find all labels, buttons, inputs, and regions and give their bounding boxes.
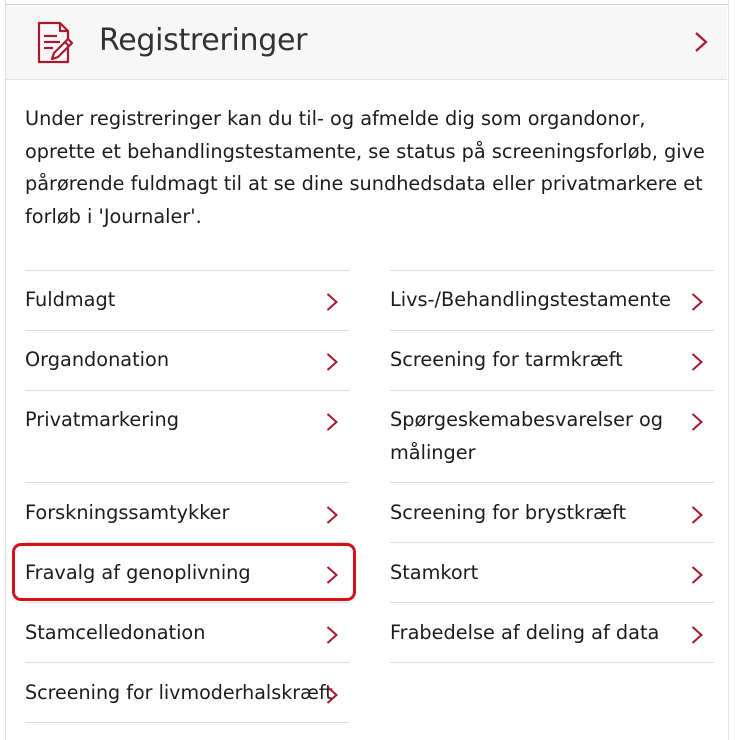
link-stamkort[interactable]: Stamkort — [390, 557, 680, 590]
link-screening-brystkraeft[interactable]: Screening for brystkræft — [390, 497, 680, 530]
chevron-right-icon[interactable] — [326, 505, 338, 525]
chevron-right-icon — [695, 32, 708, 52]
link-organdonation[interactable]: Organdonation — [25, 344, 305, 377]
chevron-right-icon[interactable] — [691, 505, 703, 525]
link-frabedelse-deling-data[interactable]: Frabedelse af deling af data — [390, 617, 680, 650]
separator — [25, 330, 349, 331]
registrations-header[interactable]: Registreringer — [6, 5, 727, 80]
separator — [390, 390, 714, 391]
separator — [390, 330, 714, 331]
separator — [25, 662, 349, 663]
chevron-right-icon[interactable] — [326, 352, 338, 372]
chevron-right-icon[interactable] — [691, 625, 703, 645]
chevron-right-icon[interactable] — [691, 352, 703, 372]
link-screening-tarmkraeft[interactable]: Screening for tarmkræft — [390, 344, 680, 377]
separator — [25, 270, 349, 271]
separator — [25, 482, 349, 483]
separator — [390, 270, 714, 271]
link-privatmarkering[interactable]: Privatmarkering — [25, 404, 305, 437]
chevron-right-icon[interactable] — [326, 292, 338, 312]
separator — [25, 390, 349, 391]
link-forskningssamtykker[interactable]: Forskningssamtykker — [25, 497, 305, 530]
page-title: Registreringer — [99, 23, 308, 58]
separator — [390, 602, 714, 603]
chevron-right-icon[interactable] — [691, 412, 703, 432]
separator — [25, 602, 349, 603]
chevron-right-icon[interactable] — [326, 412, 338, 432]
chevron-right-icon[interactable] — [691, 292, 703, 312]
document-edit-icon — [37, 21, 74, 64]
link-spoergeskemabesvarelser[interactable]: Spørgeskemabesvarelser og målinger — [390, 404, 675, 469]
separator — [390, 542, 714, 543]
separator — [390, 662, 714, 663]
link-screening-livmoderhalskraeft[interactable]: Screening for livmoderhalskræft — [25, 677, 333, 710]
highlight-box — [12, 543, 356, 601]
intro-text: Under registreringer kan du til- og afme… — [25, 107, 705, 228]
chevron-right-icon[interactable] — [326, 625, 338, 645]
link-fuldmagt[interactable]: Fuldmagt — [25, 284, 305, 317]
link-stamcelledonation[interactable]: Stamcelledonation — [25, 617, 305, 650]
chevron-right-icon[interactable] — [691, 565, 703, 585]
link-livs-behandlingstestamente[interactable]: Livs-/Behandlingstestamente — [390, 284, 680, 317]
separator — [25, 722, 349, 723]
separator — [390, 482, 714, 483]
chevron-right-icon[interactable] — [326, 685, 338, 705]
